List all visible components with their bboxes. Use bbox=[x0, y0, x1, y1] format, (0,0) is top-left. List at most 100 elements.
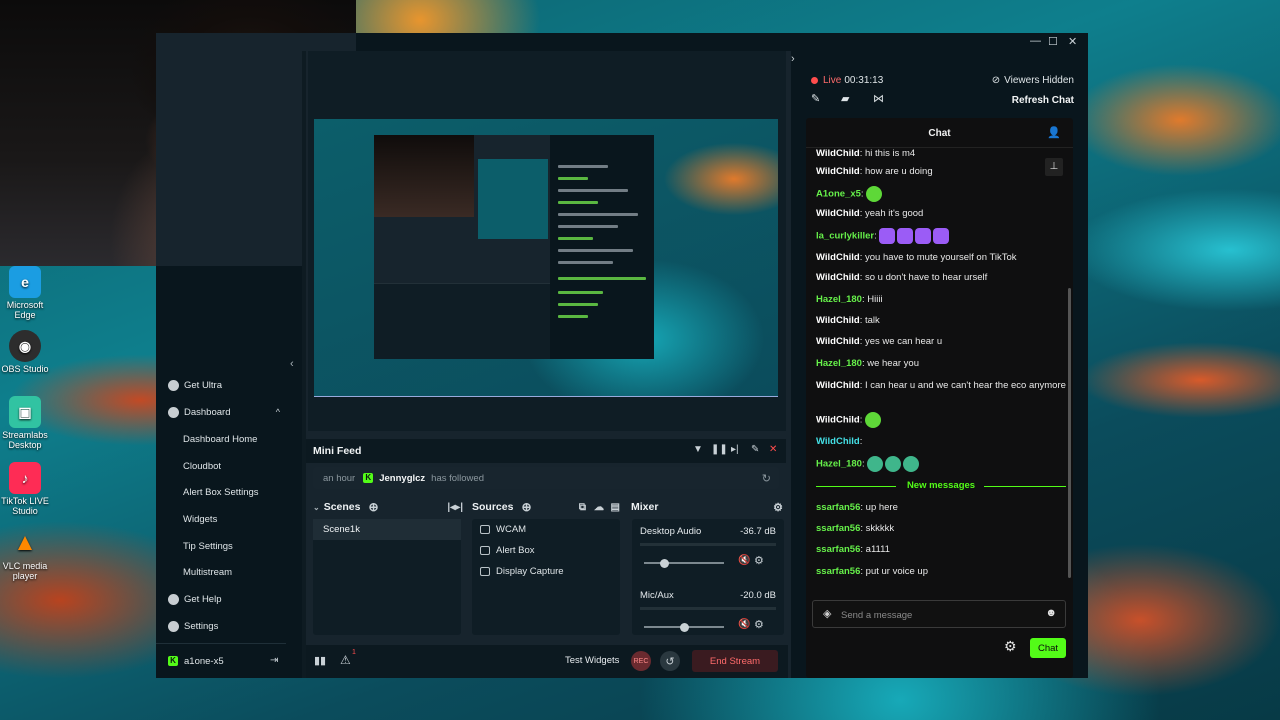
minimize-icon[interactable]: — bbox=[1030, 35, 1041, 47]
close-icon[interactable]: ✕ bbox=[1068, 35, 1077, 48]
chat-username[interactable]: WildChild bbox=[816, 336, 860, 347]
group-icon[interactable]: ☁ bbox=[594, 502, 604, 513]
volume-knob[interactable] bbox=[659, 558, 669, 568]
chat-scrollbar[interactable] bbox=[1068, 288, 1071, 578]
emote-icon bbox=[879, 228, 896, 244]
collapse-arrow-icon[interactable]: ‹ bbox=[290, 358, 294, 370]
pause-icon[interactable]: ❚❚ bbox=[711, 444, 728, 455]
chat-message: A1one_x5: bbox=[816, 186, 1066, 202]
sources-header: Sources ⊕ ⧉ ☁ ▤ bbox=[472, 500, 620, 514]
settings-icon bbox=[168, 620, 179, 632]
share-icon[interactable]: ⋈ bbox=[873, 92, 884, 105]
desktop-settings-icon[interactable]: ⚙ bbox=[754, 554, 764, 567]
chat-username[interactable]: WildChild bbox=[816, 436, 860, 447]
replay-buffer-icon[interactable]: ↺ bbox=[660, 651, 680, 671]
desktop-icon-obs[interactable]: ◉ OBS Studio bbox=[0, 330, 50, 374]
edit-icon[interactable]: ✎ bbox=[811, 92, 820, 105]
chat-username[interactable]: Hazel_180 bbox=[816, 358, 862, 369]
sidebar-item-cloudbot[interactable]: Cloudbot bbox=[183, 455, 221, 477]
chat-header: Chat 👤 bbox=[806, 118, 1073, 148]
volume-slider-mic[interactable] bbox=[644, 622, 724, 632]
folder-icon[interactable]: ▤ bbox=[611, 502, 620, 513]
emote-icon bbox=[866, 186, 883, 202]
scene-item[interactable]: Scene1k bbox=[313, 519, 461, 540]
mic-settings-icon[interactable]: ⚙ bbox=[754, 618, 764, 631]
sidebar-item-tip-settings[interactable]: Tip Settings bbox=[183, 535, 233, 557]
chat-username[interactable]: A1one_x5 bbox=[816, 189, 861, 200]
maximize-icon[interactable]: ☐ bbox=[1048, 35, 1058, 48]
stats-icon[interactable]: ▮▮ bbox=[314, 654, 326, 667]
desktop-icon-vlc[interactable]: ▲ VLC media player bbox=[0, 527, 50, 582]
sidebar-item-settings[interactable]: Settings bbox=[168, 615, 218, 637]
mute-alerts-icon[interactable]: ✎ bbox=[751, 444, 759, 455]
replay-icon[interactable]: ↻ bbox=[762, 472, 771, 485]
collapse-dock-icon[interactable]: › bbox=[791, 53, 795, 65]
chat-username[interactable]: WildChild bbox=[816, 272, 860, 283]
chat-username[interactable]: WildChild bbox=[816, 148, 860, 159]
chat-username[interactable]: Hazel_180 bbox=[816, 294, 862, 305]
chat-username[interactable]: WildChild bbox=[816, 208, 860, 219]
test-widgets-label[interactable]: Test Widgets bbox=[565, 655, 619, 666]
chat-username[interactable]: ssarfan56 bbox=[816, 566, 860, 577]
transitions-icon[interactable]: |◂▸| bbox=[447, 502, 463, 513]
volume-slider-desktop[interactable] bbox=[644, 558, 724, 568]
chat-username[interactable]: WildChild bbox=[816, 252, 860, 263]
end-stream-button[interactable]: End Stream bbox=[692, 650, 778, 672]
volume-knob[interactable] bbox=[679, 622, 689, 632]
rec-button[interactable]: REC bbox=[631, 651, 651, 671]
video-icon[interactable]: ▰ bbox=[841, 92, 849, 105]
obs-icon: ◉ bbox=[9, 330, 41, 362]
source-item-wcam[interactable]: WCAM bbox=[480, 524, 526, 535]
desktop-icon-tiktok[interactable]: ♪ TikTok LIVE Studio bbox=[0, 462, 50, 516]
mixer-settings-icon[interactable]: ⚙ bbox=[773, 501, 783, 514]
add-source-icon[interactable]: ⊕ bbox=[521, 500, 531, 514]
desktop-icon-streamlabs[interactable]: ▣ Streamlabs Desktop bbox=[0, 396, 50, 450]
sidebar-item-get-help[interactable]: Get Help bbox=[168, 588, 222, 610]
mute-mic-icon[interactable]: 🔇 bbox=[738, 619, 750, 630]
chat-title: Chat bbox=[928, 128, 951, 139]
chat-username[interactable]: WildChild bbox=[816, 166, 860, 177]
source-tool-icon[interactable]: ⧉ bbox=[579, 502, 586, 513]
chat-username[interactable]: WildChild bbox=[816, 315, 860, 326]
scenes-panel: Scene1k bbox=[313, 519, 461, 635]
user-account[interactable]: K a1one-x5 bbox=[168, 650, 224, 672]
chat-username[interactable]: WildChild bbox=[816, 380, 860, 391]
chat-settings-icon[interactable]: ⚙ bbox=[1004, 638, 1017, 655]
sidebar-item-dashboard-home[interactable]: Dashboard Home bbox=[183, 428, 257, 450]
minifeed-title: Mini Feed bbox=[313, 445, 362, 457]
feed-time: an hour bbox=[323, 472, 356, 484]
filter-icon[interactable]: ▼ bbox=[693, 444, 703, 455]
chat-input[interactable] bbox=[841, 607, 1031, 623]
sidebar-item-widgets[interactable]: Widgets bbox=[183, 508, 217, 530]
chat-send-button[interactable]: Chat bbox=[1030, 638, 1066, 658]
source-item-display-capture[interactable]: Display Capture bbox=[480, 566, 564, 577]
sidebar-item-alert-box-settings[interactable]: Alert Box Settings bbox=[183, 481, 259, 503]
sidebar-item-get-ultra[interactable]: Get Ultra bbox=[168, 374, 222, 396]
mixer-db-mic: -20.0 dB bbox=[740, 590, 776, 601]
chat-username[interactable]: ssarfan56 bbox=[816, 523, 860, 534]
chat-username[interactable]: ssarfan56 bbox=[816, 544, 860, 555]
chevron-up-icon: ^ bbox=[275, 407, 280, 417]
vlc-icon: ▲ bbox=[13, 529, 37, 556]
sidebar-item-dashboard[interactable]: Dashboard ^ bbox=[168, 401, 280, 423]
desktop-icon-edge[interactable]: e Microsoft Edge bbox=[0, 266, 50, 320]
sidebar-item-multistream[interactable]: Multistream bbox=[183, 561, 232, 583]
chat-username[interactable]: Hazel_180 bbox=[816, 459, 862, 470]
mute-desktop-icon[interactable]: 🔇 bbox=[738, 555, 750, 566]
user-list-icon[interactable]: 👤 bbox=[1047, 126, 1061, 139]
emoji-icon[interactable]: ☻ bbox=[1045, 607, 1057, 619]
chat-username[interactable]: la_curlykiller bbox=[816, 231, 874, 242]
mute-icon[interactable]: ✕ bbox=[769, 444, 777, 455]
chat-message: WildChild: bbox=[816, 412, 1066, 428]
add-scene-icon[interactable]: ⊕ bbox=[368, 500, 378, 514]
chat-username[interactable]: ssarfan56 bbox=[816, 502, 860, 513]
viewers-hidden[interactable]: ⊘ Viewers Hidden bbox=[992, 75, 1074, 86]
logout-icon[interactable]: ⇥ bbox=[270, 655, 278, 666]
refresh-chat-button[interactable]: Refresh Chat bbox=[1012, 95, 1074, 106]
chat-username[interactable]: WildChild bbox=[816, 415, 860, 426]
chat-message: WildChild: how are u doing bbox=[816, 166, 1066, 178]
alerts-icon[interactable]: ⚠ bbox=[340, 653, 351, 667]
skip-icon[interactable]: ▸| bbox=[731, 444, 739, 455]
chat-message: WildChild: hi this is m4 bbox=[816, 148, 1066, 160]
source-item-alert-box[interactable]: Alert Box bbox=[480, 545, 535, 556]
